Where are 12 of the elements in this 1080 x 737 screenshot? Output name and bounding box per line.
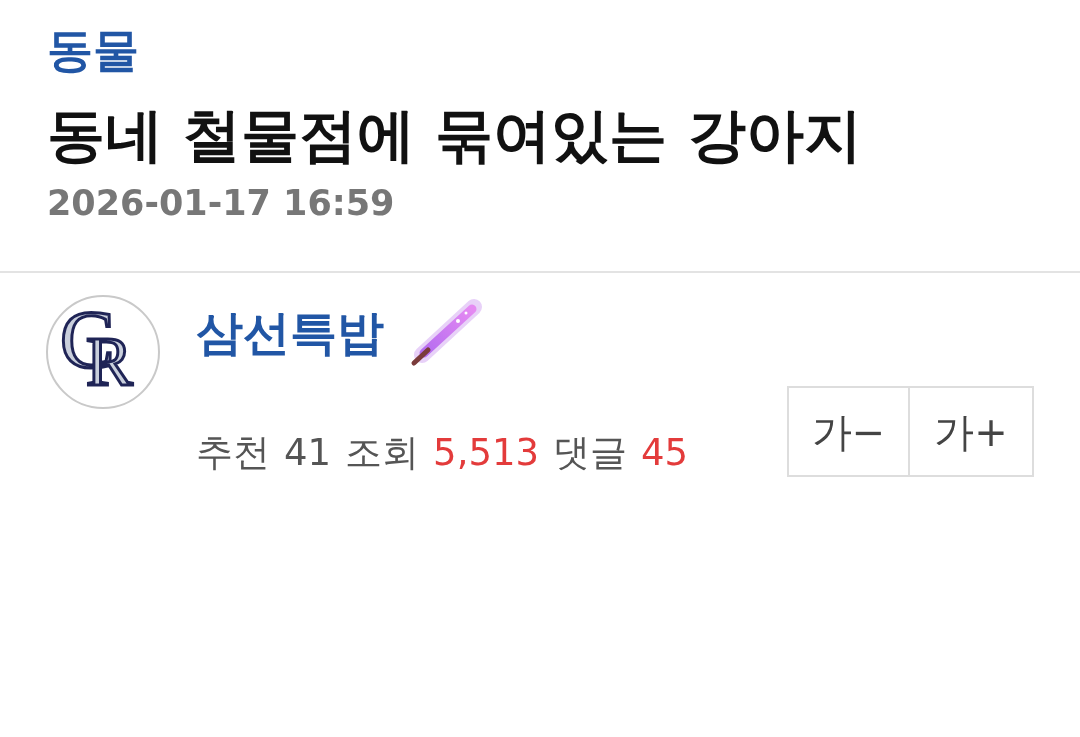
post-date: 2026-01-17 16:59 [47,182,395,225]
stat-label: 조회 [345,431,420,475]
stat-label: 추천 [196,431,270,475]
author-name[interactable]: 삼선특밥 [196,305,384,361]
font-size-decrease-button[interactable]: 가− [787,386,910,477]
post-title: 동네 철물점에 묶여있는 강아지 [47,100,863,170]
font-size-increase-button[interactable]: 가+ [910,386,1034,477]
stat-value: 41 [284,431,332,475]
stat-value: 45 [641,431,689,475]
category-link[interactable]: 동물 [47,20,139,80]
stat-value: 5,513 [433,431,540,475]
stat-label: 댓글 [553,431,628,475]
